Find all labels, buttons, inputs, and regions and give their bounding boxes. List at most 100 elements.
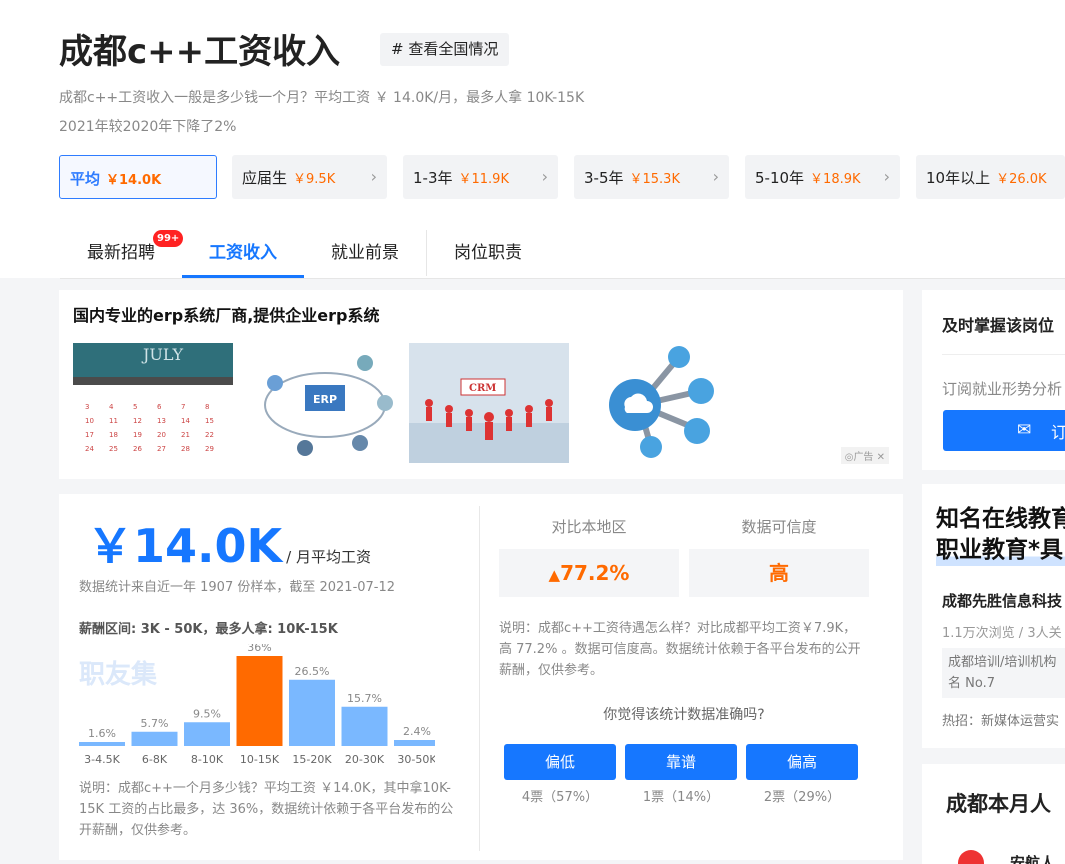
- company-hot-jobs[interactable]: 热招：新媒体运营实: [942, 710, 1059, 729]
- tab-value: ￥15.3K: [629, 172, 680, 187]
- close-icon[interactable]: ✕: [873, 452, 885, 463]
- trust-value: 高: [689, 549, 869, 597]
- sample-stat: 数据统计来自近一年 1907 份样本，截至 2021-07-12: [79, 580, 396, 595]
- tab-label: 5-10年: [755, 169, 805, 187]
- company-ad-title-line1: 知名在线教育: [936, 506, 1065, 532]
- svg-text:28: 28: [181, 445, 190, 453]
- tab-5-10-years[interactable]: 5-10年 ￥18.9K ›: [745, 155, 900, 199]
- company-ad-card[interactable]: 知名在线教育 职业教育*具 成都先胜信息科技 1.1万次浏览 / 3人关 成都培…: [922, 484, 1065, 748]
- subscribe-text: 订阅就业形势分析: [942, 380, 1063, 398]
- tab-latest-jobs[interactable]: 最新招聘 99+: [60, 230, 184, 277]
- page-header: 成都c++工资收入 # 查看全国情况 成都c++工资收入一般是多少钱一个月？平均…: [0, 0, 1065, 279]
- chart-bar: [394, 740, 435, 746]
- chart-category-label: 6-8K: [142, 753, 168, 766]
- monthly-title: 成都本月人: [946, 792, 1051, 816]
- section-nav: 最新招聘 99+ 工资收入 就业前景 岗位职责: [60, 230, 1065, 279]
- chevron-right-icon: ›: [712, 167, 719, 186]
- salary-panel: ￥14.0K / 月平均工资 数据统计来自近一年 1907 份样本，截至 2021…: [59, 494, 903, 860]
- tab-graduate[interactable]: 应届生 ￥9.5K ›: [232, 155, 387, 199]
- vote-high-button[interactable]: 偏高: [746, 744, 858, 780]
- crm-image[interactable]: CRM: [409, 343, 569, 463]
- tab-average[interactable]: 平均 ￥14.0K: [59, 155, 217, 199]
- svg-text:25: 25: [109, 445, 118, 453]
- crm-label: CRM: [469, 383, 496, 394]
- compare-local-number: 77.2%: [560, 561, 630, 585]
- tab-10-plus-years[interactable]: 10年以上 ￥26.0K: [916, 155, 1065, 199]
- tab-salary[interactable]: 工资收入: [182, 230, 304, 278]
- svg-text:27: 27: [157, 445, 166, 453]
- tab-prospects[interactable]: 就业前景: [304, 230, 426, 277]
- tab-duties[interactable]: 岗位职责: [427, 230, 549, 277]
- tab-label: 就业前景: [331, 243, 399, 263]
- cloud-diagram-image[interactable]: [579, 343, 739, 463]
- average-salary: ￥14.0K / 月平均工资: [87, 510, 371, 576]
- calendar-image[interactable]: JULY 3 4 5 6 7 8 10 11 12 13 14 15 17 18 19 20 21 22 24…: [73, 343, 233, 463]
- ad-label[interactable]: ◎广告 ✕: [840, 447, 889, 464]
- national-view-tag[interactable]: # 查看全国情况: [380, 33, 510, 66]
- ad-label-text: 广告: [853, 452, 874, 463]
- compare-note: 说明：成都c++工资待遇怎么样？对比成都平均工资￥7.9K，高 77.2% 。数…: [499, 621, 861, 678]
- svg-text:5: 5: [133, 403, 137, 411]
- chart-bar: [289, 679, 335, 746]
- vote-accurate-count: 1票（14%）: [642, 790, 720, 805]
- vote-low-button[interactable]: 偏低: [504, 744, 616, 780]
- company-ad-title: 知名在线教育 职业教育*具: [936, 504, 1065, 566]
- chart-bar: [79, 742, 125, 746]
- company-rank-line1: 成都培训/培训机构: [948, 655, 1057, 670]
- svg-text:24: 24: [85, 445, 94, 453]
- chart-data-label: 36%: [247, 644, 271, 654]
- divider: [942, 354, 1065, 355]
- chart-data-label: 15.7%: [347, 692, 382, 705]
- vote-low-count: 4票（57%）: [521, 790, 599, 805]
- salary-summary: 成都c++工资收入一般是多少钱一个月？平均工资 ￥ 14.0K/月，最多人拿 1…: [59, 84, 584, 142]
- subscribe-button-label: 订: [1051, 423, 1065, 442]
- accuracy-question: 你觉得该统计数据准确吗?: [603, 707, 765, 723]
- salary-amount: ￥14.0K: [87, 519, 283, 573]
- svg-text:15: 15: [205, 417, 214, 425]
- chart-bar: [236, 656, 283, 746]
- chart-category-label: 30-50K: [397, 753, 435, 766]
- company-meta: 1.1万次浏览 / 3人关: [942, 626, 1062, 641]
- tab-3-5-years[interactable]: 3-5年 ￥15.3K ›: [574, 155, 729, 199]
- svg-text:14: 14: [181, 417, 190, 425]
- svg-text:6: 6: [157, 403, 162, 411]
- vote-high-count: 2票（29%）: [763, 790, 841, 805]
- subscribe-button[interactable]: ✉ 订: [943, 410, 1065, 451]
- tab-label: 最新招聘: [87, 243, 155, 263]
- ad-banner[interactable]: 国内专业的erp系统厂商,提供企业erp系统 JULY 3 4 5 6 7 8 10 11 1…: [59, 290, 903, 479]
- calendar-month: JULY: [141, 345, 184, 364]
- svg-text:21: 21: [181, 431, 190, 439]
- chart-category-label: 3-4.5K: [84, 753, 120, 766]
- chevron-right-icon: ›: [370, 167, 377, 186]
- company-ad-title-line2: 职业教育*具: [936, 535, 1065, 566]
- tab-value: ￥9.5K: [293, 172, 336, 187]
- subscribe-title: 及时掌握该岗位: [942, 316, 1055, 335]
- arrow-up-icon: ▲: [548, 566, 561, 584]
- count-badge: 99+: [153, 230, 184, 247]
- svg-text:13: 13: [157, 417, 166, 425]
- ad-title[interactable]: 国内专业的erp系统厂商,提供企业erp系统: [73, 302, 379, 326]
- chart-category-label: 8-10K: [191, 753, 224, 766]
- tab-label: 1-3年: [413, 169, 453, 187]
- erp-diagram-image[interactable]: ERP: [245, 343, 405, 463]
- chart-category-label: 20-30K: [345, 753, 385, 766]
- summary-line-1: 成都c++工资收入一般是多少钱一个月？平均工资 ￥ 14.0K/月，最多人拿 1…: [59, 90, 585, 106]
- tab-value: ￥14.0K: [106, 173, 162, 188]
- svg-text:3: 3: [85, 403, 89, 411]
- vote-accurate-button[interactable]: 靠谱: [625, 744, 737, 780]
- tab-1-3-years[interactable]: 1-3年 ￥11.9K ›: [403, 155, 558, 199]
- summary-line-2: 2021年较2020年下降了2%: [59, 119, 237, 135]
- monthly-item[interactable]: 安航人: [1010, 850, 1055, 864]
- svg-text:20: 20: [157, 431, 166, 439]
- salary-unit: / 月平均工资: [286, 548, 371, 566]
- company-name[interactable]: 成都先胜信息科技: [942, 590, 1062, 611]
- chart-data-label: 1.6%: [88, 727, 116, 740]
- erp-label: ERP: [313, 393, 337, 406]
- svg-text:19: 19: [133, 431, 142, 439]
- chart-category-label: 15-20K: [292, 753, 332, 766]
- svg-text:10: 10: [85, 417, 94, 425]
- tab-label: 岗位职责: [454, 243, 522, 263]
- salary-note: 说明：成都c++一个月多少钱？平均工资 ￥14.0K，其中拿10K-15K 工资…: [79, 781, 454, 838]
- svg-text:11: 11: [109, 417, 118, 425]
- tab-value: ￥26.0K: [996, 172, 1047, 187]
